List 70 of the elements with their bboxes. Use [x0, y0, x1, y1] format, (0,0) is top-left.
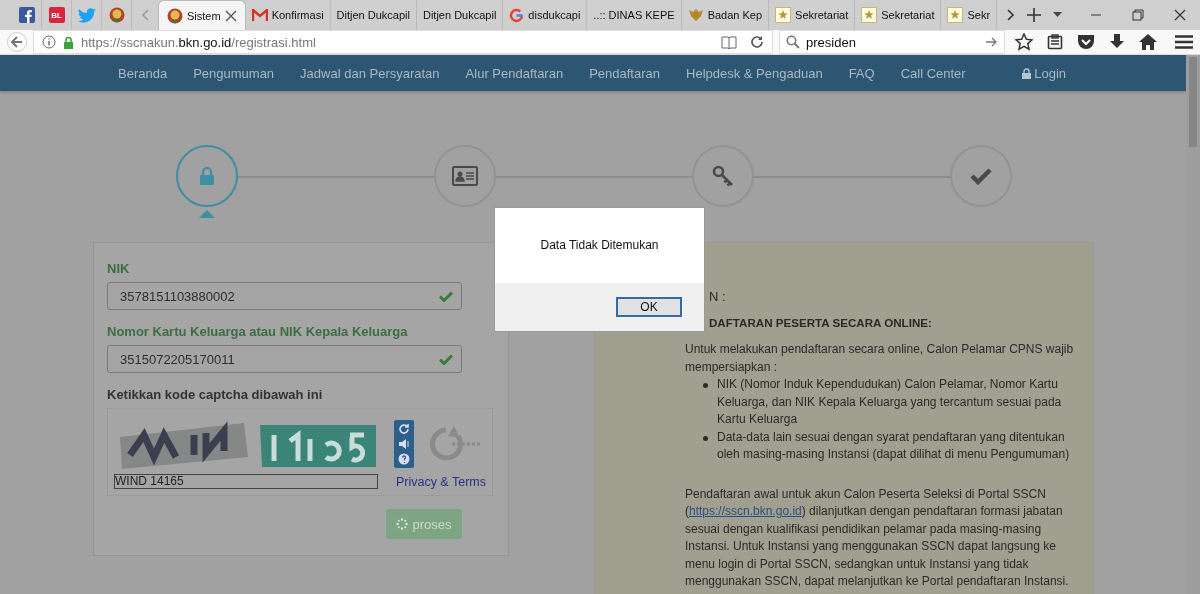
browser-tab[interactable]: Sistem	[158, 0, 246, 30]
check-icon	[970, 167, 992, 185]
star-badge-icon	[775, 7, 792, 23]
help-icon[interactable]	[398, 453, 410, 465]
bullet-icon	[703, 383, 708, 388]
ok-button[interactable]: OK	[616, 297, 682, 317]
reload-icon[interactable]	[750, 35, 764, 49]
privacy-terms-link[interactable]: Privacy & Terms	[395, 474, 486, 489]
sscn-link[interactable]: https://sscn.bkn.go.id	[689, 504, 802, 518]
pocket-icon[interactable]	[1077, 34, 1095, 50]
search-field[interactable]: presiden	[779, 30, 1005, 54]
bird-icon	[77, 7, 96, 23]
back-icon[interactable]	[7, 32, 27, 52]
close-icon[interactable]	[1174, 9, 1186, 21]
key-icon	[712, 165, 734, 187]
envelope-icon	[251, 9, 268, 21]
input-field[interactable]: 3578151103880002	[107, 282, 462, 310]
info-paragraph: Pendaftaran awal untuk akun Calon Peserta Seleksi di Portal SSCN (https://sscn.bkn.go.id) dilanjutkan dengan pendaftaran formasi jabatan sesuai dengan kualifikasi pendidikan pelamar pada masing-masing Instansi. Untuk Instansi yang menggunakan SSCN dapat langsung ke menu login di Portal SSCN, sedangkan untuk Instansi yang tidak menggunakan SSCN, dapat melanjutkan ke Portal pendaftaran Instansi.	[685, 485, 1070, 590]
menu-icon[interactable]	[1175, 35, 1193, 49]
id-card-icon	[452, 166, 478, 186]
bullet-text: Data-data lain sesuai dengan syarat pendaftaran yang ditentukan oleh masing-masing Instansi (dapat dilihat di menu Pengumuman)	[717, 428, 1071, 463]
reader-view-icon[interactable]	[721, 35, 737, 49]
info-subheading: DAFTARAN PESERTA SECARA ONLINE:	[709, 316, 933, 329]
close-icon[interactable]	[224, 9, 237, 22]
nav-link[interactable]: FAQ	[848, 65, 875, 81]
emblem-icon	[167, 7, 183, 24]
spinner-icon	[396, 518, 409, 530]
nav-link[interactable]: Pendaftaran	[589, 65, 660, 81]
input-field[interactable]: 3515072205170011	[107, 345, 462, 373]
nav-link[interactable]: Helpdesk & Pengaduan	[686, 65, 823, 81]
field-label: Nomor Kartu Keluarga atau NIK Kepala Keluarga	[107, 324, 409, 339]
plus-icon[interactable]	[1027, 8, 1042, 22]
bullet-text: NIK (Nomor Induk Kependudukan) Calon Pelamar, Nomor Kartu Keluarga, dan NIK Kepala Keluarga yang tercantum sesuai pada Kartu Keluarga	[717, 376, 1063, 428]
star-badge-icon	[861, 7, 878, 23]
refresh-icon[interactable]	[398, 423, 410, 435]
nav-link[interactable]: Jadwal dan Persyaratan	[300, 65, 440, 81]
captcha-input-field[interactable]: WIND 14165	[114, 474, 378, 489]
lock-icon	[63, 35, 74, 49]
bullet-icon	[703, 435, 708, 441]
eagle-icon	[687, 7, 704, 23]
caret-icon[interactable]	[1053, 12, 1063, 18]
pointer-icon	[199, 210, 215, 218]
address-field[interactable]: https://sscnakun.bkn.go.id/registrasi.html	[33, 30, 773, 54]
scroll-thumb[interactable]	[1189, 57, 1197, 147]
lock-icon	[1022, 67, 1032, 79]
nav-link[interactable]: Pengumuman	[193, 65, 275, 81]
star-icon[interactable]	[1015, 33, 1033, 51]
field-label: NIK	[107, 261, 131, 276]
lock-icon	[199, 167, 215, 185]
info-paragraph: Untuk melakukan pendaftaran secara online, Calon Pelamar CPNS wajib mempersiapkan :	[685, 341, 1075, 376]
bl-icon: BL	[48, 7, 65, 23]
star-badge-icon	[947, 7, 964, 23]
search-icon	[786, 35, 800, 49]
info-heading: N :	[709, 289, 727, 304]
clipboard-icon[interactable]	[1047, 34, 1063, 50]
tab-scroll-right-icon[interactable]	[1005, 8, 1016, 22]
url-text: https://sscnakun.bkn.go.id/registrasi.html	[81, 34, 317, 50]
nav-link[interactable]: Alur Pendaftaran	[465, 65, 564, 81]
captcha-label: Ketikkan kode captcha dibawah ini	[107, 387, 324, 402]
speaker-icon[interactable]	[398, 438, 410, 450]
restore-icon[interactable]	[1132, 9, 1144, 21]
download-icon[interactable]	[1109, 34, 1125, 50]
dialog-message: Data Tidak Ditemukan	[540, 238, 659, 254]
login-link[interactable]: Login	[1022, 65, 1066, 81]
nav-link[interactable]: Call Center	[900, 65, 966, 81]
info-icon[interactable]	[42, 35, 56, 49]
home-icon[interactable]	[1139, 34, 1157, 50]
go-arrow-icon[interactable]	[986, 37, 998, 47]
emblem-icon	[108, 7, 125, 23]
nav-link[interactable]: Beranda	[118, 65, 168, 81]
